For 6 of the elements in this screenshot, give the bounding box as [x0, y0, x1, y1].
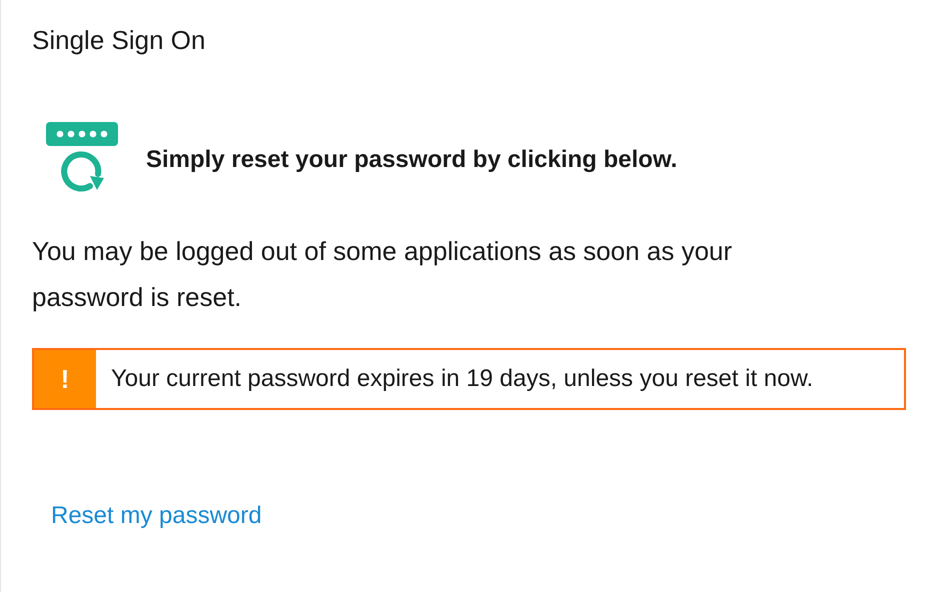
alert-message: Your current password expires in 19 days, unless you reset it now. — [110, 364, 814, 394]
heading: Simply reset your password by clicking below. — [146, 145, 678, 175]
description: You may be logged out of some applications as soon as your password is reset. — [32, 235, 734, 314]
reset-password-link[interactable]: Reset my password — [51, 498, 262, 534]
alert-symbol: ! — [34, 350, 96, 408]
page-title: Single Sign On — [32, 24, 206, 56]
